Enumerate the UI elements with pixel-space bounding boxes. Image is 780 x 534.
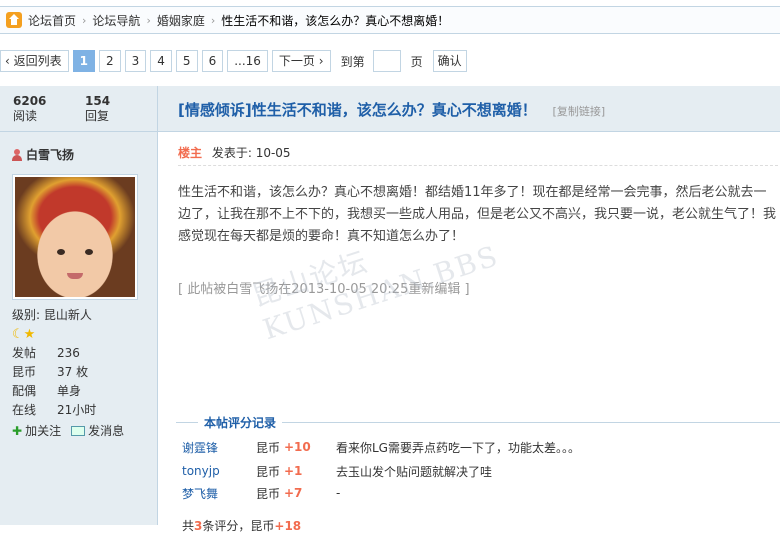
author-profile: 发帖 236 昆币 37 枚 配偶 单身 在线 21小时 xyxy=(12,344,96,420)
rating-total-prefix: 共 xyxy=(182,519,195,533)
level-label: 级别: 昆山新人 xyxy=(12,308,92,322)
send-message-button[interactable]: 发消息 xyxy=(71,422,124,439)
rater-name[interactable]: tonyjp xyxy=(182,464,256,478)
pagination-bar: ‹ 返回列表 1 2 3 4 5 6 ...16 下一页 › 到第 页 确认 xyxy=(0,48,467,74)
rating-total-mid: 条评分，昆币 xyxy=(202,519,275,533)
breadcrumb-separator: › xyxy=(82,13,87,27)
profile-value: 单身 xyxy=(57,384,82,398)
page-jump-input[interactable] xyxy=(372,50,401,72)
owner-badge: 楼主 xyxy=(178,146,203,160)
copy-link-button[interactable]: [复制链接] xyxy=(553,105,606,118)
post-date: 发表于: 10-05 xyxy=(211,146,291,160)
thread-stats: 6206 阅读 154 回复 xyxy=(0,86,157,132)
rating-reason: 看来你LG需要弄点药吃一下了，功能太差。。。 xyxy=(336,440,580,455)
replies-count: 154 xyxy=(85,94,111,108)
rating-reason: - xyxy=(336,486,341,500)
breadcrumb: 论坛首页 › 论坛导航 › 婚姻家庭 › 性生活不和谐，该怎么办？真心不想离婚！ xyxy=(0,6,780,34)
avatar-image xyxy=(15,177,135,297)
thread-title-bar: [情感倾诉]性生活不和谐，该怎么办？真心不想离婚！ [复制链接] xyxy=(158,86,780,132)
author-name-row: 白雪飞扬 xyxy=(0,132,157,163)
rating-currency: 昆币 xyxy=(256,464,281,479)
profile-row-online: 在线 21小时 xyxy=(12,401,96,420)
profile-key: 昆币 xyxy=(12,365,37,379)
page-6-button[interactable]: 6 xyxy=(201,50,224,72)
follow-button[interactable]: ✚ 加关注 xyxy=(12,422,61,439)
profile-value: 37 枚 xyxy=(57,365,89,379)
profile-key: 配偶 xyxy=(12,384,37,398)
author-actions: ✚ 加关注 发消息 xyxy=(12,422,124,439)
rating-total-value: +18 xyxy=(274,519,302,533)
rating-reason: 去玉山发个贴问题就解决了哇 xyxy=(336,464,493,479)
page-16-button[interactable]: ...16 xyxy=(227,50,268,72)
page-unit-label: 页 xyxy=(410,54,423,69)
rater-name[interactable]: 梦飞舞 xyxy=(182,485,256,502)
back-to-list-button[interactable]: ‹ 返回列表 xyxy=(0,50,69,72)
rating-log-title: 本帖评分记录 xyxy=(198,414,283,431)
confirm-jump-button[interactable]: 确认 xyxy=(432,50,467,72)
next-page-label: 下一页 xyxy=(278,54,315,68)
avatar[interactable] xyxy=(12,174,138,300)
moon-star-rank-icon: ☾★ xyxy=(12,327,36,342)
jump-label: 到第 xyxy=(340,54,365,69)
home-icon[interactable] xyxy=(6,12,22,28)
send-message-label: 发消息 xyxy=(88,424,125,438)
breadcrumb-current-thread: 性生活不和谐，该怎么办？真心不想离婚！ xyxy=(221,13,450,28)
breadcrumb-separator: › xyxy=(210,13,216,27)
author-sidebar: 6206 阅读 154 回复 白雪飞扬 级别: 昆山新人 ☾★ 发帖 236 昆币… xyxy=(0,86,158,525)
rating-value: +1 xyxy=(284,464,303,478)
plus-icon: ✚ xyxy=(12,424,23,438)
views-stat: 6206 阅读 xyxy=(13,94,85,131)
author-name[interactable]: 白雪飞扬 xyxy=(26,146,74,163)
profile-row-spouse: 配偶 单身 xyxy=(12,382,96,401)
follow-label: 加关注 xyxy=(25,424,62,438)
replies-stat: 154 回复 xyxy=(85,94,157,131)
level-info: 级别: 昆山新人 ☾★ xyxy=(12,306,92,342)
rater-name[interactable]: 谢霆锋 xyxy=(182,439,256,456)
page-1-button[interactable]: 1 xyxy=(72,50,95,72)
page-4-button[interactable]: 4 xyxy=(150,50,172,72)
post-meta: 楼主 发表于: 10-05 xyxy=(178,144,778,166)
profile-value: 21小时 xyxy=(57,403,97,417)
rating-row: tonyjp 昆币 +1 去玉山发个贴问题就解决了哇 xyxy=(182,461,780,481)
rating-total: 共3条评分，昆币+18 xyxy=(182,517,301,534)
page-5-button[interactable]: 5 xyxy=(175,50,198,72)
back-to-list-label: 返回列表 xyxy=(13,54,62,68)
rating-row: 谢霆锋 昆币 +10 看来你LG需要弄点药吃一下了，功能太差。。。 xyxy=(182,437,780,457)
rating-currency: 昆币 xyxy=(256,486,281,501)
breadcrumb-separator: › xyxy=(146,13,151,27)
page-2-button[interactable]: 2 xyxy=(99,50,121,72)
rating-value: +10 xyxy=(284,440,311,454)
profile-value: 236 xyxy=(57,346,80,360)
rating-log: 本帖评分记录 谢霆锋 昆币 +10 看来你LG需要弄点药吃一下了，功能太差。。。… xyxy=(176,414,780,533)
thread-title: [情感倾诉]性生活不和谐，该怎么办？真心不想离婚！ xyxy=(178,101,537,119)
breadcrumb-forum-nav[interactable]: 论坛导航 xyxy=(92,12,140,29)
user-icon xyxy=(12,148,22,161)
replies-label: 回复 xyxy=(85,109,110,123)
mail-icon xyxy=(71,426,86,436)
profile-key: 发帖 xyxy=(12,346,37,360)
views-count: 6206 xyxy=(13,94,47,108)
page-3-button[interactable]: 3 xyxy=(124,50,147,72)
post-content-area: [情感倾诉]性生活不和谐，该怎么办？真心不想离婚！ [复制链接] 楼主 发表于:… xyxy=(158,86,780,533)
rating-value: +7 xyxy=(284,486,303,500)
profile-row-posts: 发帖 236 xyxy=(12,344,96,363)
views-label: 阅读 xyxy=(13,109,38,123)
breadcrumb-forum-home[interactable]: 论坛首页 xyxy=(28,12,76,29)
rating-row: 梦飞舞 昆币 +7 - xyxy=(182,483,780,503)
next-page-button[interactable]: 下一页 › xyxy=(271,50,331,72)
rating-currency: 昆币 xyxy=(256,440,281,455)
profile-key: 在线 xyxy=(12,403,37,417)
profile-row-coins: 昆币 37 枚 xyxy=(12,363,96,382)
breadcrumb-marriage-family[interactable]: 婚姻家庭 xyxy=(157,12,205,29)
